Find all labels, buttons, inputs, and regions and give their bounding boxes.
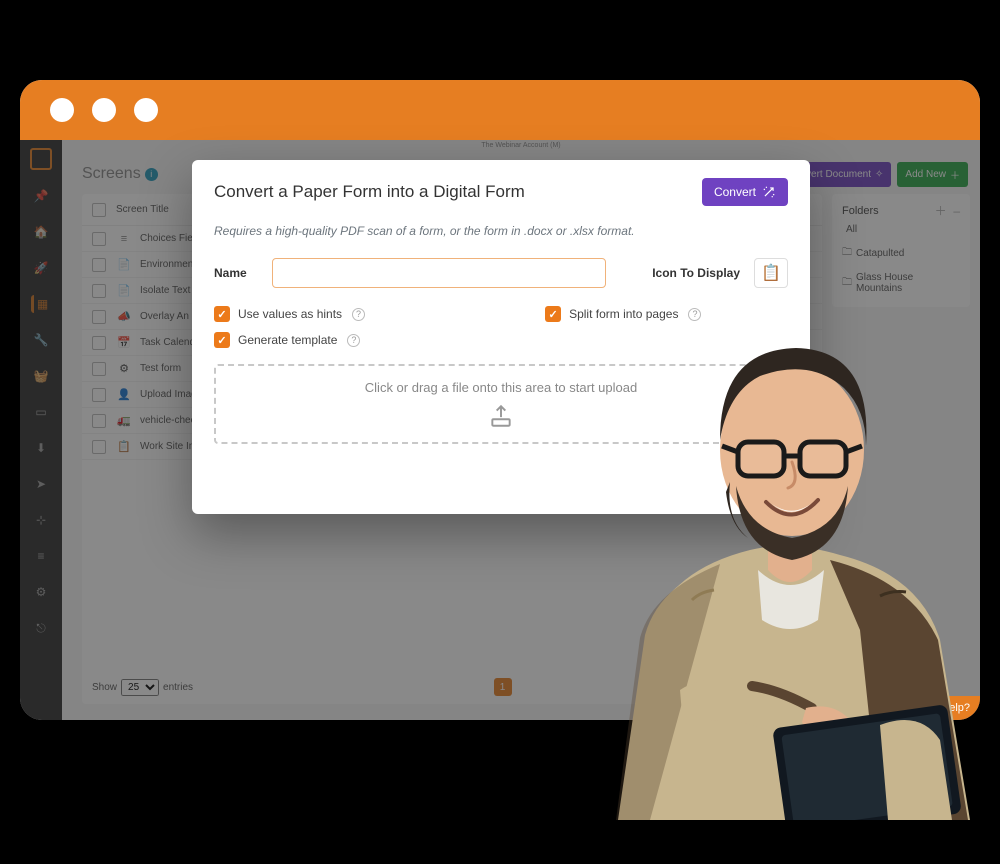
help-icon[interactable]: ? bbox=[347, 334, 360, 347]
window-dot bbox=[50, 98, 74, 122]
split-form-checkbox[interactable] bbox=[545, 306, 561, 322]
app-body: 📌 🏠 🚀 ▦ 🔧 🧺 ▭ ⬇ ➤ ⊹ ≡ ⚙ ⎋ The Webinar Ac… bbox=[20, 140, 980, 720]
upload-dropzone[interactable]: Click or drag a file onto this area to s… bbox=[214, 364, 788, 444]
name-label: Name bbox=[214, 266, 258, 280]
convert-button[interactable]: Convert bbox=[702, 178, 788, 206]
window-dot bbox=[134, 98, 158, 122]
modal-hint: Requires a high-quality PDF scan of a fo… bbox=[214, 224, 788, 238]
name-input[interactable] bbox=[272, 258, 606, 288]
generate-template-checkbox[interactable] bbox=[214, 332, 230, 348]
modal-title: Convert a Paper Form into a Digital Form bbox=[214, 182, 525, 202]
icon-to-display-label: Icon To Display bbox=[652, 266, 740, 280]
convert-form-modal: Convert a Paper Form into a Digital Form… bbox=[192, 160, 810, 514]
opt-split-label: Split form into pages bbox=[569, 307, 678, 321]
window-dot bbox=[92, 98, 116, 122]
help-icon[interactable]: ? bbox=[352, 308, 365, 321]
wand-icon bbox=[762, 185, 776, 199]
browser-frame: 📌 🏠 🚀 ▦ 🔧 🧺 ▭ ⬇ ➤ ⊹ ≡ ⚙ ⎋ The Webinar Ac… bbox=[20, 80, 980, 720]
need-help-button[interactable]: Need Help? bbox=[902, 696, 980, 720]
opt-hints-label: Use values as hints bbox=[238, 307, 342, 321]
use-values-as-hints-checkbox[interactable] bbox=[214, 306, 230, 322]
dropzone-text: Click or drag a file onto this area to s… bbox=[365, 380, 637, 395]
convert-button-label: Convert bbox=[714, 185, 756, 199]
opt-template-label: Generate template bbox=[238, 333, 337, 347]
help-icon[interactable]: ? bbox=[688, 308, 701, 321]
upload-icon bbox=[488, 403, 514, 429]
icon-selector[interactable]: 📋 bbox=[754, 258, 788, 288]
window-chrome bbox=[20, 80, 980, 140]
